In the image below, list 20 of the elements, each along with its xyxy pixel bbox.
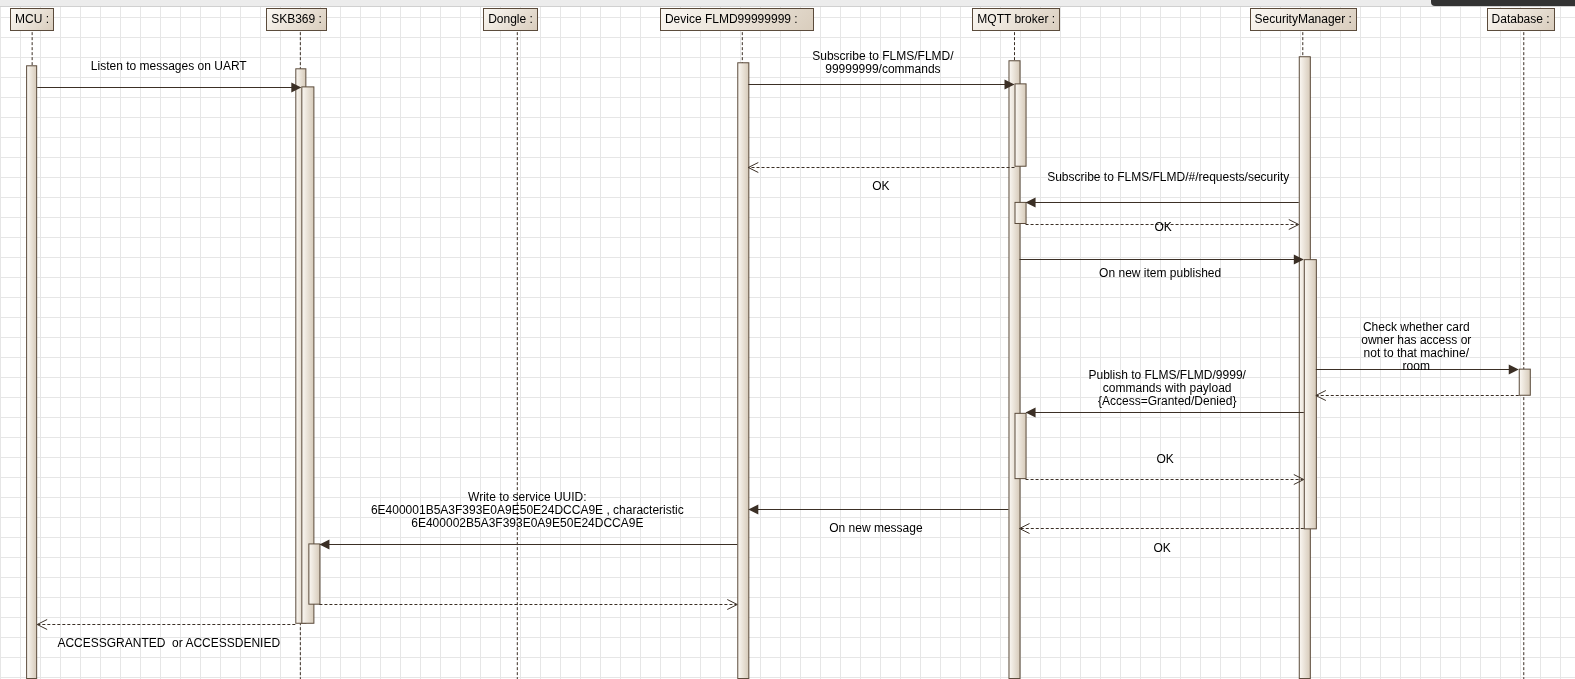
message-label: OK <box>1156 453 1174 466</box>
message-label: OK <box>1153 542 1171 556</box>
message-label: On new item published <box>1099 267 1222 281</box>
participant-box: Database : <box>1486 8 1555 31</box>
participant-box: SKB369 : <box>266 8 327 31</box>
participant-box: Device FLMD99999999 : <box>659 8 814 31</box>
participant-box: MCU : <box>10 8 55 31</box>
message-label: Publish to FLMS/FLMD/9999/ commands with payload {Access=Granted/Denied} <box>1088 368 1246 408</box>
message-label: On new message <box>829 522 923 536</box>
message-label: Listen to messages on UART <box>90 60 247 74</box>
message-label: OK <box>872 179 890 193</box>
participant-box: SecurityManager : <box>1249 8 1357 31</box>
activation-bar <box>1518 368 1531 396</box>
participant-box: MQTT broker : <box>972 8 1061 31</box>
message-label: ACCESSGRANTED or ACCESSDENIED <box>57 636 281 650</box>
participant-box: Dongle : <box>483 8 538 31</box>
message-label: OK <box>1154 220 1172 234</box>
message-label: Subscribe to FLMS/FLMD/ 99999999/commands <box>812 50 954 77</box>
message-label: Subscribe to FLMS/FLMD/#/requests/security <box>1047 170 1290 184</box>
message-label: Write to service UUID: 6E400001B5A3F393E0A9E50E24DCCA9E , characteristic 6E400002B5A3F393E0A9E50E24DCCA9E <box>370 491 684 531</box>
